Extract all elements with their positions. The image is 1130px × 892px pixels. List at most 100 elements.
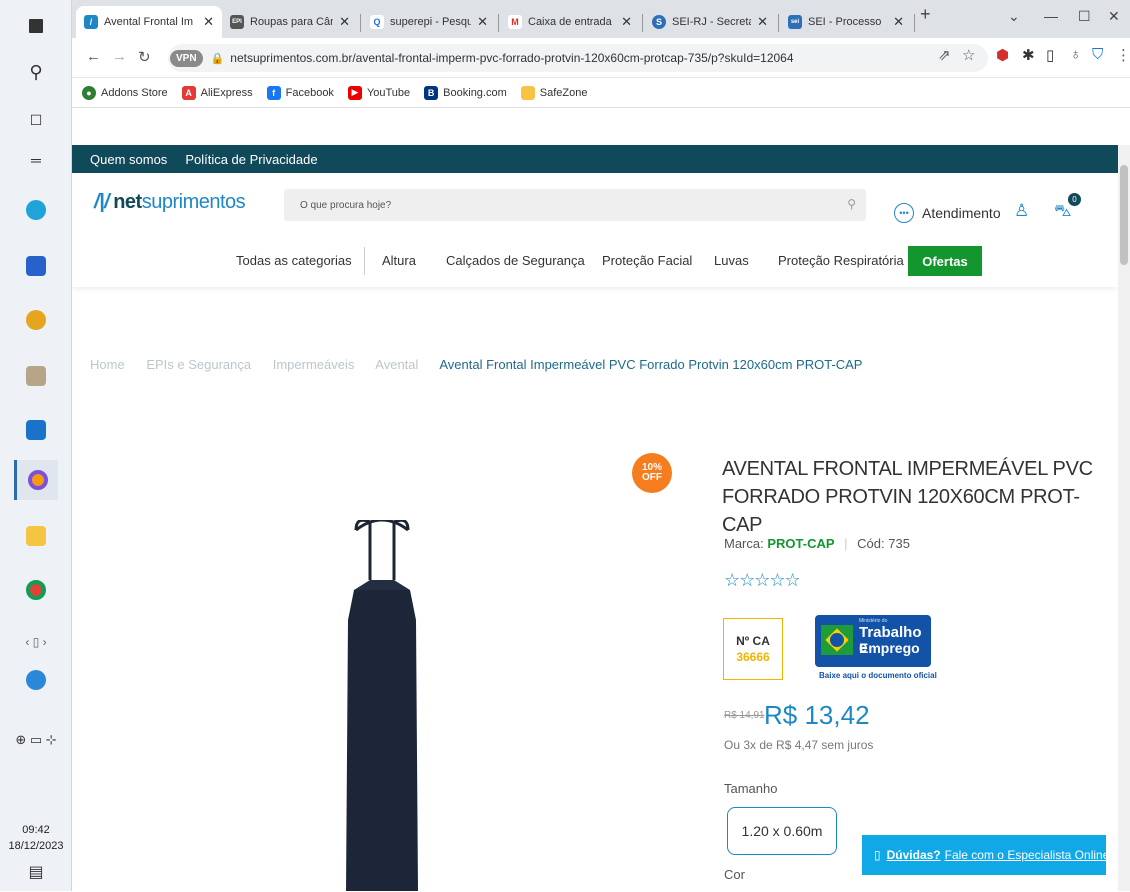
size-option-button[interactable]: 1.20 x 0.60m — [727, 807, 837, 855]
nav-altura[interactable]: Altura — [382, 253, 416, 268]
help-icon[interactable] — [14, 660, 58, 700]
category-nav: Todas as categorias Altura Calçados de S… — [72, 233, 1118, 287]
windows-start-icon[interactable] — [14, 6, 58, 46]
search-input[interactable]: O que procura hoje? ⚲ — [284, 189, 866, 221]
user-icon[interactable]: ♙ — [1014, 201, 1029, 221]
close-icon[interactable]: ✕ — [621, 14, 632, 30]
tab-search-icon[interactable]: ⌄ — [1008, 8, 1020, 25]
security-shield-icon[interactable]: ⛉ — [1092, 46, 1103, 63]
aliexpress-icon: A — [181, 85, 196, 100]
breadcrumb-epis[interactable]: EPIs e Segurança — [146, 357, 251, 372]
brand-value[interactable]: PROT-CAP — [767, 536, 834, 551]
address-bar[interactable]: VPN 🔒 netsuprimentos.com.br/avental-fron… — [168, 44, 988, 72]
bookmark-addons-store[interactable]: ● Addons Store — [82, 85, 168, 100]
page-scrollbar[interactable] — [1118, 145, 1130, 891]
search-icon[interactable]: ⚲ — [14, 52, 58, 92]
tab-roupas[interactable]: EPI Roupas para Câm ✕ — [222, 6, 358, 38]
product-image[interactable] — [312, 520, 452, 891]
nav-todas-categorias[interactable]: Todas as categorias — [236, 253, 352, 268]
bookmark-facebook[interactable]: f Facebook — [266, 85, 334, 100]
cart-icon[interactable]: ⛍ — [1054, 201, 1072, 223]
tab-sei-processo[interactable]: sei SEI - Processo ✕ — [780, 6, 912, 38]
bookmarks-bar: ● Addons Store A AliExpress f Facebook ▶ You… — [72, 78, 1130, 108]
clock-time[interactable]: 09:42 — [0, 824, 72, 836]
notes-icon[interactable] — [14, 356, 58, 396]
tab-sei-rj[interactable]: S SEI-RJ - Secretari ✕ — [644, 6, 776, 38]
bookmark-star-icon[interactable]: ☆ — [962, 46, 975, 64]
discount-off: OFF — [642, 472, 662, 483]
new-tab-button[interactable]: + — [920, 4, 931, 25]
close-icon[interactable]: ✕ — [339, 14, 350, 30]
bookmark-youtube[interactable]: ▶ YouTube — [347, 85, 410, 100]
close-icon[interactable]: ✕ — [477, 14, 488, 30]
maximize-button[interactable]: ☐ — [1078, 8, 1091, 25]
extension-shield-icon[interactable]: ⬢ — [996, 46, 1009, 64]
tab-label: SEI-RJ - Secretari — [672, 16, 751, 28]
quem-somos-link[interactable]: Quem somos — [90, 152, 167, 167]
system-tray-icons[interactable]: ⊕ ▭ ⊹ — [14, 720, 58, 760]
notifications-icon[interactable]: ▤ — [14, 852, 58, 892]
site-topbar: Quem somos Política de Privacidade — [72, 145, 1118, 173]
scrollbar-thumb[interactable] — [1120, 165, 1128, 265]
bookmark-label: Facebook — [285, 86, 334, 99]
vpn-badge[interactable]: VPN — [170, 49, 203, 67]
specialist-chat-button[interactable]: ▯ Dúvidas? Fale com o Especialista Onlin… — [862, 835, 1109, 875]
back-button[interactable]: ← — [86, 48, 101, 65]
edge-icon[interactable] — [14, 190, 58, 230]
task-view-icon[interactable]: ☐ — [14, 100, 58, 140]
search-favicon-icon: Q — [370, 15, 384, 29]
privacy-link[interactable]: Política de Privacidade — [185, 152, 317, 167]
sidebar-icon[interactable]: ▯ — [1046, 46, 1054, 64]
reload-button[interactable]: ↻ — [138, 48, 151, 66]
ofertas-button[interactable]: Ofertas — [908, 246, 982, 276]
tab-superepi[interactable]: Q superepi - Pesqu ✕ — [362, 6, 496, 38]
mail-icon[interactable] — [14, 410, 58, 450]
tab-label: SEI - Processo — [808, 16, 882, 28]
windows-taskbar: ⚲ ☐ ═ ‹ ▯ › ⊕ ▭ ⊹ 09:42 18/12/2023 ▤ — [0, 0, 72, 891]
app-icon[interactable] — [14, 300, 58, 340]
tab-gmail[interactable]: M Caixa de entrada ✕ — [500, 6, 640, 38]
extensions-puzzle-icon[interactable]: ✱ — [1022, 46, 1035, 64]
browser-toolbar: ← → ↻ VPN 🔒 netsuprimentos.com.br/aventa… — [72, 38, 1130, 78]
chrome-icon[interactable] — [14, 570, 58, 610]
bookmark-booking[interactable]: B Booking.com — [424, 85, 507, 100]
close-icon[interactable]: ✕ — [757, 14, 768, 30]
breadcrumb-impermeaveis[interactable]: Impermeáveis — [273, 357, 355, 372]
url-text[interactable]: netsuprimentos.com.br/avental-frontal-im… — [230, 51, 793, 65]
tab-avental[interactable]: / Avental Frontal Im ✕ — [76, 6, 222, 38]
nav-protecao-respiratoria[interactable]: Proteção Respiratória — [778, 253, 904, 268]
site-logo[interactable]: /|/netsuprimentos — [94, 191, 246, 214]
lock-icon[interactable]: 🔒 — [211, 52, 225, 65]
bookmark-label: SafeZone — [539, 86, 588, 99]
menu-icon[interactable]: ⋮ — [1116, 46, 1130, 64]
search-icon[interactable]: ⚲ — [847, 197, 856, 211]
profile-icon[interactable]: ♁ — [1070, 46, 1081, 63]
bookmark-safezone[interactable]: SafeZone — [520, 85, 588, 100]
file-explorer-icon[interactable] — [14, 516, 58, 556]
breadcrumb-avental[interactable]: Avental — [375, 357, 418, 372]
info-icon: ▯ — [874, 848, 881, 862]
close-icon[interactable]: ✕ — [203, 14, 214, 30]
site-header: /|/netsuprimentos O que procura hoje? ⚲ … — [72, 173, 1118, 233]
store-icon[interactable] — [14, 246, 58, 286]
ministerio-trabalho-badge[interactable]: Ministério do Trabalho e Emprego Baixe a… — [815, 615, 937, 683]
scroll-arrows-icon[interactable]: ‹ ▯ › — [14, 622, 58, 662]
breadcrumb-home[interactable]: Home — [90, 357, 125, 372]
close-window-button[interactable]: ✕ — [1108, 8, 1120, 25]
nav-calcados[interactable]: Calçados de Segurança — [446, 253, 585, 268]
download-document-link[interactable]: Baixe aqui o documento oficial — [819, 671, 937, 680]
bookmark-aliexpress[interactable]: A AliExpress — [181, 85, 253, 100]
nav-luvas[interactable]: Luvas — [714, 253, 749, 268]
rating-stars[interactable]: ☆☆☆☆☆ — [724, 570, 801, 591]
close-icon[interactable]: ✕ — [893, 14, 904, 30]
browser-icon[interactable] — [14, 460, 58, 500]
minimize-button[interactable]: — — [1044, 8, 1058, 24]
tab-label: Avental Frontal Im — [104, 16, 194, 28]
breadcrumb: Home EPIs e Segurança Impermeáveis Avent… — [90, 357, 880, 372]
share-icon[interactable]: ⇗ — [938, 46, 951, 64]
clock-date[interactable]: 18/12/2023 — [0, 840, 72, 852]
brand-label: Marca: — [724, 536, 764, 551]
atendimento-link[interactable]: ••• Atendimento — [894, 203, 1001, 223]
forward-button[interactable]: → — [112, 48, 127, 65]
nav-protecao-facial[interactable]: Proteção Facial — [602, 253, 692, 268]
